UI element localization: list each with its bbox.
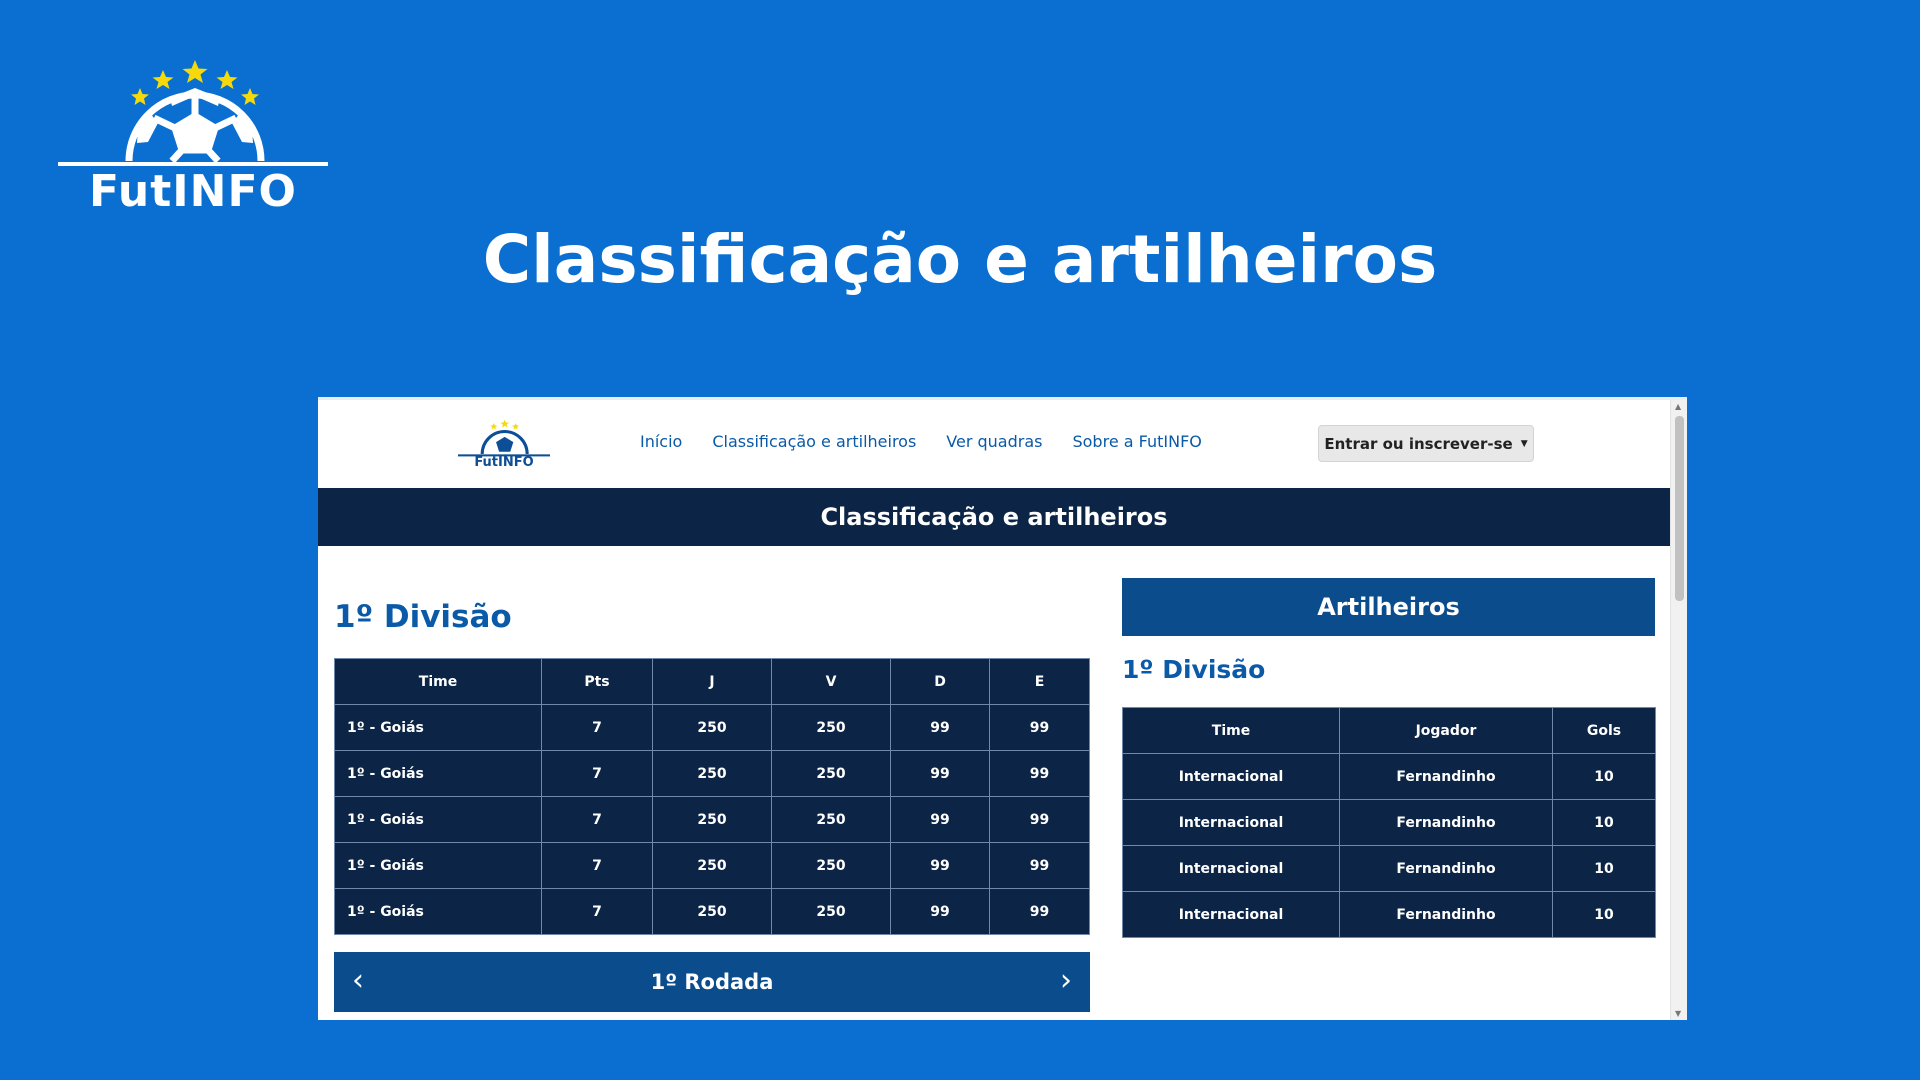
player-cell: Fernandinho xyxy=(1339,845,1553,892)
j-cell: 250 xyxy=(652,842,772,889)
scroll-up-icon[interactable]: ▲ xyxy=(1675,403,1681,411)
e-cell: 99 xyxy=(989,704,1090,751)
nav-logo[interactable]: FutINFO xyxy=(458,418,550,476)
table-row: Internacional Fernandinho 10 xyxy=(1122,891,1656,938)
j-cell: 250 xyxy=(652,750,772,797)
standings-table: Time Pts J V D E 1º - Goiás 7 250 250 99… xyxy=(334,658,1090,935)
standings-division-title: 1º Divisão xyxy=(334,599,512,635)
chevron-right-icon[interactable]: › xyxy=(1052,966,1080,998)
v-cell: 250 xyxy=(771,888,891,935)
goals-cell: 10 xyxy=(1552,799,1656,846)
nav-links: Início Classificação e artilheiros Ver q… xyxy=(640,432,1202,451)
scorers-table: Time Jogador Gols Internacional Fernandi… xyxy=(1122,707,1656,938)
player-cell: Fernandinho xyxy=(1339,891,1553,938)
column-header: Time xyxy=(334,658,542,705)
team-cell: Internacional xyxy=(1122,799,1340,846)
goals-cell: 10 xyxy=(1552,753,1656,800)
table-header-row: Time Pts J V D E xyxy=(334,658,1090,705)
login-label: Entrar ou inscrever-se xyxy=(1324,434,1513,453)
e-cell: 99 xyxy=(989,888,1090,935)
e-cell: 99 xyxy=(989,750,1090,797)
v-cell: 250 xyxy=(771,842,891,889)
scroll-thumb[interactable] xyxy=(1675,416,1684,601)
d-cell: 99 xyxy=(890,842,990,889)
caret-down-icon: ▼ xyxy=(1520,438,1528,449)
round-label: 1º Rodada xyxy=(650,970,774,994)
v-cell: 250 xyxy=(771,796,891,843)
team-cell: 1º - Goiás xyxy=(334,796,542,843)
table-row: 1º - Goiás 7 250 250 99 99 xyxy=(334,842,1090,889)
pts-cell: 7 xyxy=(541,704,653,751)
login-dropdown-button[interactable]: Entrar ou inscrever-se ▼ xyxy=(1318,425,1534,462)
nav-logo-wordmark: FutINFO xyxy=(474,455,534,470)
team-cell: 1º - Goiás xyxy=(334,704,542,751)
player-cell: Fernandinho xyxy=(1339,753,1553,800)
d-cell: 99 xyxy=(890,796,990,843)
nav-link-inicio[interactable]: Início xyxy=(640,432,682,451)
scroll-down-icon[interactable]: ▼ xyxy=(1675,1010,1681,1018)
soccer-ball-stars-icon xyxy=(458,419,550,457)
slide-title: Classificação e artilheiros xyxy=(482,221,1438,298)
d-cell: 99 xyxy=(890,750,990,797)
column-header: Gols xyxy=(1552,707,1656,754)
futinfo-logo: FutINFO xyxy=(58,58,328,218)
goals-cell: 10 xyxy=(1552,891,1656,938)
column-header: E xyxy=(989,658,1090,705)
j-cell: 250 xyxy=(652,796,772,843)
column-header: Jogador xyxy=(1339,707,1553,754)
table-row: 1º - Goiás 7 250 250 99 99 xyxy=(334,704,1090,751)
goals-cell: 10 xyxy=(1552,845,1656,892)
team-cell: 1º - Goiás xyxy=(334,842,542,889)
browser-window: FutINFO Início Classificação e artilheir… xyxy=(318,397,1687,1020)
d-cell: 99 xyxy=(890,888,990,935)
team-cell: Internacional xyxy=(1122,891,1340,938)
vertical-scrollbar[interactable]: ▲ ▼ xyxy=(1670,400,1687,1020)
logo-wordmark: FutINFO xyxy=(89,166,297,217)
team-cell: Internacional xyxy=(1122,753,1340,800)
soccer-ball-stars-icon xyxy=(58,60,328,166)
pts-cell: 7 xyxy=(541,888,653,935)
e-cell: 99 xyxy=(989,842,1090,889)
scorers-division-title: 1º Divisão xyxy=(1122,655,1266,684)
d-cell: 99 xyxy=(890,704,990,751)
nav-link-sobre[interactable]: Sobre a FutINFO xyxy=(1072,432,1201,451)
table-row: 1º - Goiás 7 250 250 99 99 xyxy=(334,796,1090,843)
team-cell: 1º - Goiás xyxy=(334,750,542,797)
column-header: Pts xyxy=(541,658,653,705)
player-cell: Fernandinho xyxy=(1339,799,1553,846)
pts-cell: 7 xyxy=(541,796,653,843)
table-row: 1º - Goiás 7 250 250 99 99 xyxy=(334,750,1090,797)
v-cell: 250 xyxy=(771,750,891,797)
round-navigator: ‹ 1º Rodada › xyxy=(334,952,1090,1012)
j-cell: 250 xyxy=(652,888,772,935)
page-title: Classificação e artilheiros xyxy=(318,488,1670,546)
nav-link-classificacao[interactable]: Classificação e artilheiros xyxy=(712,432,916,451)
team-cell: Internacional xyxy=(1122,845,1340,892)
scorers-header: Artilheiros xyxy=(1122,578,1655,636)
table-row: Internacional Fernandinho 10 xyxy=(1122,845,1656,892)
nav-link-ver-quadras[interactable]: Ver quadras xyxy=(946,432,1042,451)
table-row: 1º - Goiás 7 250 250 99 99 xyxy=(334,888,1090,935)
table-row: Internacional Fernandinho 10 xyxy=(1122,753,1656,800)
team-cell: 1º - Goiás xyxy=(334,888,542,935)
column-header: D xyxy=(890,658,990,705)
e-cell: 99 xyxy=(989,796,1090,843)
column-header: Time xyxy=(1122,707,1340,754)
v-cell: 250 xyxy=(771,704,891,751)
table-header-row: Time Jogador Gols xyxy=(1122,707,1656,754)
navbar: FutINFO Início Classificação e artilheir… xyxy=(318,400,1670,480)
pts-cell: 7 xyxy=(541,842,653,889)
pts-cell: 7 xyxy=(541,750,653,797)
j-cell: 250 xyxy=(652,704,772,751)
chevron-left-icon[interactable]: ‹ xyxy=(344,966,372,998)
web-page: FutINFO Início Classificação e artilheir… xyxy=(318,400,1670,1020)
column-header: V xyxy=(771,658,891,705)
column-header: J xyxy=(652,658,772,705)
table-row: Internacional Fernandinho 10 xyxy=(1122,799,1656,846)
